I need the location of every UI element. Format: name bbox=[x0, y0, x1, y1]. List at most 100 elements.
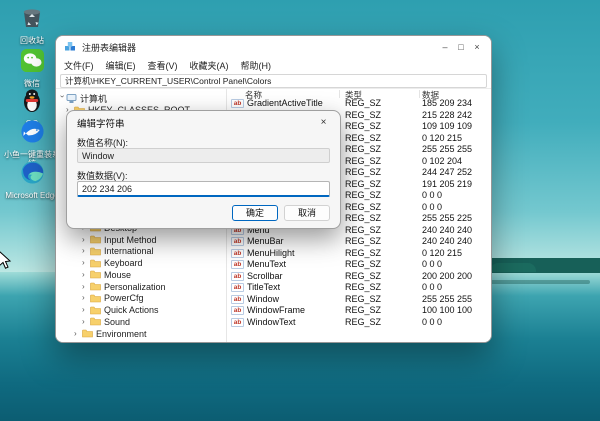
desktop-icon-wechat[interactable]: 微信 bbox=[6, 48, 58, 88]
chevron-right-icon[interactable]: › bbox=[82, 318, 90, 326]
column-divider[interactable] bbox=[419, 90, 420, 98]
value-type: REG_SZ bbox=[345, 144, 381, 154]
menu-help[interactable]: 帮助(H) bbox=[235, 59, 278, 72]
address-input[interactable]: 计算机\HKEY_CURRENT_USER\Control Panel\Colo… bbox=[60, 74, 487, 88]
dialog-title: 编辑字符串 bbox=[77, 116, 125, 130]
registry-value-row[interactable]: abWindowTextREG_SZ0 0 0 bbox=[227, 317, 491, 328]
chevron-right-icon[interactable]: › bbox=[82, 283, 90, 291]
chevron-right-icon[interactable]: › bbox=[82, 306, 90, 314]
folder-icon bbox=[90, 294, 101, 303]
wallpaper-reflection bbox=[480, 280, 590, 284]
window-title: 注册表编辑器 bbox=[82, 41, 136, 54]
string-value-icon: ab bbox=[231, 260, 244, 269]
dialog-close-icon[interactable]: × bbox=[316, 115, 331, 130]
value-data: 200 200 200 bbox=[422, 271, 472, 281]
registry-value-row[interactable]: abMenuHilightREG_SZ0 120 215 bbox=[227, 248, 491, 259]
cancel-button[interactable]: 取消 bbox=[284, 205, 330, 221]
folder-icon bbox=[82, 329, 93, 338]
mouse-cursor bbox=[0, 250, 12, 275]
value-data: 255 255 225 bbox=[422, 213, 472, 223]
close-button[interactable]: × bbox=[469, 36, 485, 58]
chevron-right-icon[interactable]: › bbox=[82, 247, 90, 255]
tree-item-label: Sound bbox=[104, 317, 130, 327]
value-type: REG_SZ bbox=[345, 294, 381, 304]
maximize-button[interactable]: □ bbox=[453, 36, 469, 58]
desktop-icon-label: 回收站 bbox=[6, 36, 58, 45]
chevron-right-icon[interactable]: › bbox=[74, 330, 82, 338]
string-value-icon: ab bbox=[231, 283, 244, 292]
desktop: 回收站 微信 QQ 小鱼一键重装系统 Microsoft Edge 注册表编辑器 bbox=[0, 0, 600, 421]
qq-icon bbox=[20, 87, 44, 118]
desktop-icon-recycle-bin[interactable]: 回收站 bbox=[6, 4, 58, 45]
minimize-button[interactable]: – bbox=[437, 36, 453, 58]
registry-value-row[interactable]: abGradientActiveTitleREG_SZ185 209 234 bbox=[227, 98, 491, 109]
list-header: 名称 类型 数据 bbox=[227, 89, 491, 98]
registry-value-row[interactable]: abWindowREG_SZ255 255 255 bbox=[227, 294, 491, 305]
folder-icon bbox=[90, 282, 101, 291]
value-type: REG_SZ bbox=[345, 121, 381, 131]
value-type: REG_SZ bbox=[345, 202, 381, 212]
tree-item-mouse[interactable]: › Mouse bbox=[56, 269, 226, 280]
tree-item-international[interactable]: ›International bbox=[56, 246, 226, 257]
wechat-icon bbox=[20, 48, 45, 78]
value-type: REG_SZ bbox=[345, 271, 381, 281]
tree-item-personalization[interactable]: › Personalization bbox=[56, 281, 226, 292]
value-type: REG_SZ bbox=[345, 259, 381, 269]
tree-item-environment[interactable]: › Environment bbox=[56, 328, 226, 339]
value-type: REG_SZ bbox=[345, 98, 381, 108]
chevron-right-icon[interactable]: › bbox=[82, 271, 90, 279]
tree-item-label: Environment bbox=[96, 329, 147, 339]
edge-icon bbox=[20, 160, 45, 190]
menu-favorites[interactable]: 收藏夹(A) bbox=[184, 59, 235, 72]
menu-edit[interactable]: 编辑(E) bbox=[100, 59, 142, 72]
tree-item-label: Personalization bbox=[104, 282, 166, 292]
value-data-input[interactable]: 202 234 206 bbox=[77, 181, 330, 197]
title-bar[interactable]: 注册表编辑器 – □ × bbox=[56, 36, 491, 58]
registry-value-row[interactable]: abTitleTextREG_SZ0 0 0 bbox=[227, 282, 491, 293]
desktop-icon-edge[interactable]: Microsoft Edge bbox=[4, 160, 60, 200]
menu-bar: 文件(F) 编辑(E) 查看(V) 收藏夹(A) 帮助(H) bbox=[56, 58, 491, 73]
registry-value-row[interactable]: abMenuTextREG_SZ0 0 0 bbox=[227, 259, 491, 270]
value-type: REG_SZ bbox=[345, 236, 381, 246]
column-divider[interactable] bbox=[339, 90, 340, 98]
value-data: 191 205 219 bbox=[422, 179, 472, 189]
registry-value-row[interactable]: abMenuBarREG_SZ240 240 240 bbox=[227, 236, 491, 247]
value-type: REG_SZ bbox=[345, 167, 381, 177]
address-bar: 计算机\HKEY_CURRENT_USER\Control Panel\Colo… bbox=[56, 73, 491, 89]
value-type: REG_SZ bbox=[345, 282, 381, 292]
value-data: 244 247 252 bbox=[422, 167, 472, 177]
value-type: REG_SZ bbox=[345, 248, 381, 258]
menu-view[interactable]: 查看(V) bbox=[142, 59, 184, 72]
tree-item-label: Mouse bbox=[104, 270, 131, 280]
value-name-field[interactable]: Window bbox=[77, 148, 330, 163]
value-data: 0 0 0 bbox=[422, 259, 442, 269]
value-name: MenuBar bbox=[247, 236, 284, 246]
value-type: REG_SZ bbox=[345, 156, 381, 166]
chevron-right-icon[interactable]: › bbox=[82, 294, 90, 302]
tree-item-powercfg[interactable]: ›PowerCfg bbox=[56, 293, 226, 304]
tree-item-keyboard[interactable]: ›Keyboard bbox=[56, 258, 226, 269]
value-data: 0 120 215 bbox=[422, 133, 462, 143]
ok-button[interactable]: 确定 bbox=[232, 205, 278, 221]
value-data: 0 0 0 bbox=[422, 282, 442, 292]
registry-value-row[interactable]: abScrollbarREG_SZ200 200 200 bbox=[227, 271, 491, 282]
tree-item-quick-actions[interactable]: ›Quick Actions bbox=[56, 305, 226, 316]
value-type: REG_SZ bbox=[345, 110, 381, 120]
tree-item-计算机[interactable]: ›计算机 bbox=[56, 93, 226, 104]
xiaoyu-icon bbox=[20, 119, 45, 149]
menu-file[interactable]: 文件(F) bbox=[58, 59, 100, 72]
wallpaper-island-small bbox=[490, 263, 536, 272]
chevron-right-icon[interactable]: › bbox=[82, 259, 90, 267]
registry-app-icon bbox=[64, 41, 76, 53]
chevron-down-icon[interactable]: › bbox=[58, 95, 66, 103]
value-data: 0 102 204 bbox=[422, 156, 462, 166]
folder-icon bbox=[90, 259, 101, 268]
registry-value-row[interactable]: abWindowFrameREG_SZ100 100 100 bbox=[227, 305, 491, 316]
folder-icon bbox=[90, 270, 101, 279]
value-data: 215 228 242 bbox=[422, 110, 472, 120]
value-data: 0 0 0 bbox=[422, 202, 442, 212]
tree-item-sound[interactable]: › Sound bbox=[56, 316, 226, 327]
value-data: 0 0 0 bbox=[422, 190, 442, 200]
chevron-right-icon[interactable]: › bbox=[82, 236, 90, 244]
tree-item-input-method[interactable]: ›Input Method bbox=[56, 234, 226, 245]
